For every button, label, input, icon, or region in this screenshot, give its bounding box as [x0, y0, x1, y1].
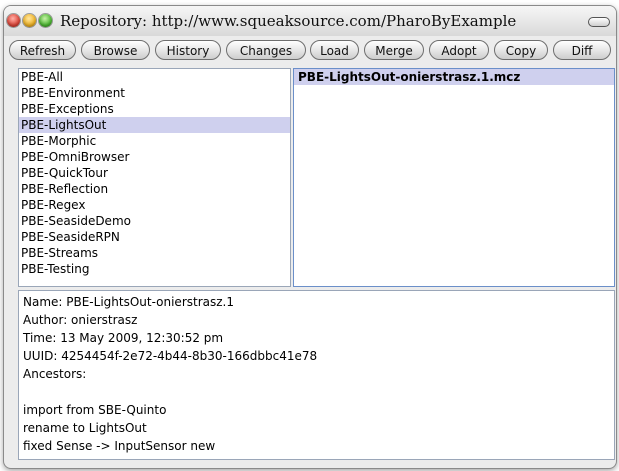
adopt-button[interactable]: Adopt	[429, 40, 489, 60]
package-item[interactable]: PBE-SeasideDemo	[19, 213, 290, 229]
package-list[interactable]: PBE-All PBE-Environment PBE-Exceptions P…	[18, 68, 291, 287]
package-item[interactable]: PBE-Morphic	[19, 133, 290, 149]
close-window-icon[interactable]	[7, 14, 20, 27]
minimize-window-icon[interactable]	[23, 14, 36, 27]
package-item[interactable]: PBE-All	[19, 69, 290, 85]
version-list[interactable]: PBE-LightsOut-onierstrasz.1.mcz	[293, 68, 615, 287]
package-item[interactable]: PBE-Environment	[19, 85, 290, 101]
package-item[interactable]: PBE-Streams	[19, 245, 290, 261]
toolbar: Refresh Browse History Changes Load Merg…	[4, 40, 616, 64]
history-button[interactable]: History	[155, 40, 221, 60]
package-item[interactable]: PBE-Testing	[19, 261, 290, 277]
merge-button[interactable]: Merge	[364, 40, 424, 60]
package-item[interactable]: PBE-Regex	[19, 197, 290, 213]
collapse-window-icon[interactable]	[588, 17, 610, 27]
package-item[interactable]: PBE-QuickTour	[19, 165, 290, 181]
info-comment-line: fixed Sense -> InputSensor new	[23, 439, 216, 453]
diff-button[interactable]: Diff	[553, 40, 611, 60]
package-item[interactable]: PBE-SeasideRPN	[19, 229, 290, 245]
info-ancestors: Ancestors:	[23, 367, 87, 381]
info-name: Name: PBE-LightsOut-onierstrasz.1	[23, 295, 234, 309]
refresh-button[interactable]: Refresh	[9, 40, 76, 60]
info-comment-line: import from SBE-Quinto	[23, 403, 167, 417]
package-item[interactable]: PBE-OmniBrowser	[19, 149, 290, 165]
version-info-pane[interactable]: Name: PBE-LightsOut-onierstrasz.1 Author…	[18, 290, 615, 460]
package-item-selected[interactable]: PBE-LightsOut	[19, 117, 290, 133]
maximize-window-icon[interactable]	[39, 14, 52, 27]
load-button[interactable]: Load	[310, 40, 359, 60]
window-title: Repository: http://www.squeaksource.com/…	[60, 12, 517, 30]
info-time: Time: 13 May 2009, 12:30:52 pm	[23, 331, 224, 345]
package-item[interactable]: PBE-Exceptions	[19, 101, 290, 117]
package-item[interactable]: PBE-Reflection	[19, 181, 290, 197]
browse-button[interactable]: Browse	[81, 40, 150, 60]
info-author: Author: onierstrasz	[23, 313, 138, 327]
changes-button[interactable]: Changes	[226, 40, 306, 60]
copy-button[interactable]: Copy	[494, 40, 548, 60]
info-comment-line: rename to LightsOut	[23, 421, 147, 435]
version-item-selected[interactable]: PBE-LightsOut-onierstrasz.1.mcz	[294, 69, 614, 85]
repository-window: Repository: http://www.squeaksource.com/…	[3, 5, 617, 469]
info-blank-line	[19, 383, 614, 401]
info-uuid: UUID: 4254454f-2e72-4b44-8b30-166dbbc41e…	[23, 349, 318, 363]
title-bar[interactable]: Repository: http://www.squeaksource.com/…	[4, 6, 616, 36]
